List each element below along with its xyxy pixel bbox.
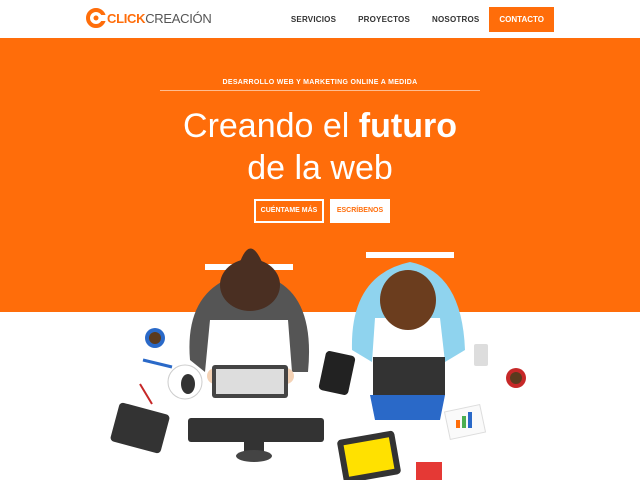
person-right-head [380,270,436,330]
coffee-cup-icon [145,328,165,348]
red-notebook-icon [416,462,442,480]
workspace-illustration [110,248,526,480]
monitor-icon [188,418,324,462]
notebook-icon [110,402,170,454]
keyboard-icon [212,365,288,398]
ipod-icon [474,344,488,366]
pen-icon [142,358,173,369]
tablet-icon [337,430,401,480]
person-left-head [220,259,280,311]
smartphone-icon [318,351,356,395]
laptop-icon [370,357,445,420]
document-chart-icon [443,403,487,441]
person-left-hair-bun [240,248,262,262]
coffee-cup-icon-right [506,368,526,388]
mouse-icon [167,364,203,400]
pen-icon-red [139,383,153,405]
chair-back-right [366,252,454,258]
